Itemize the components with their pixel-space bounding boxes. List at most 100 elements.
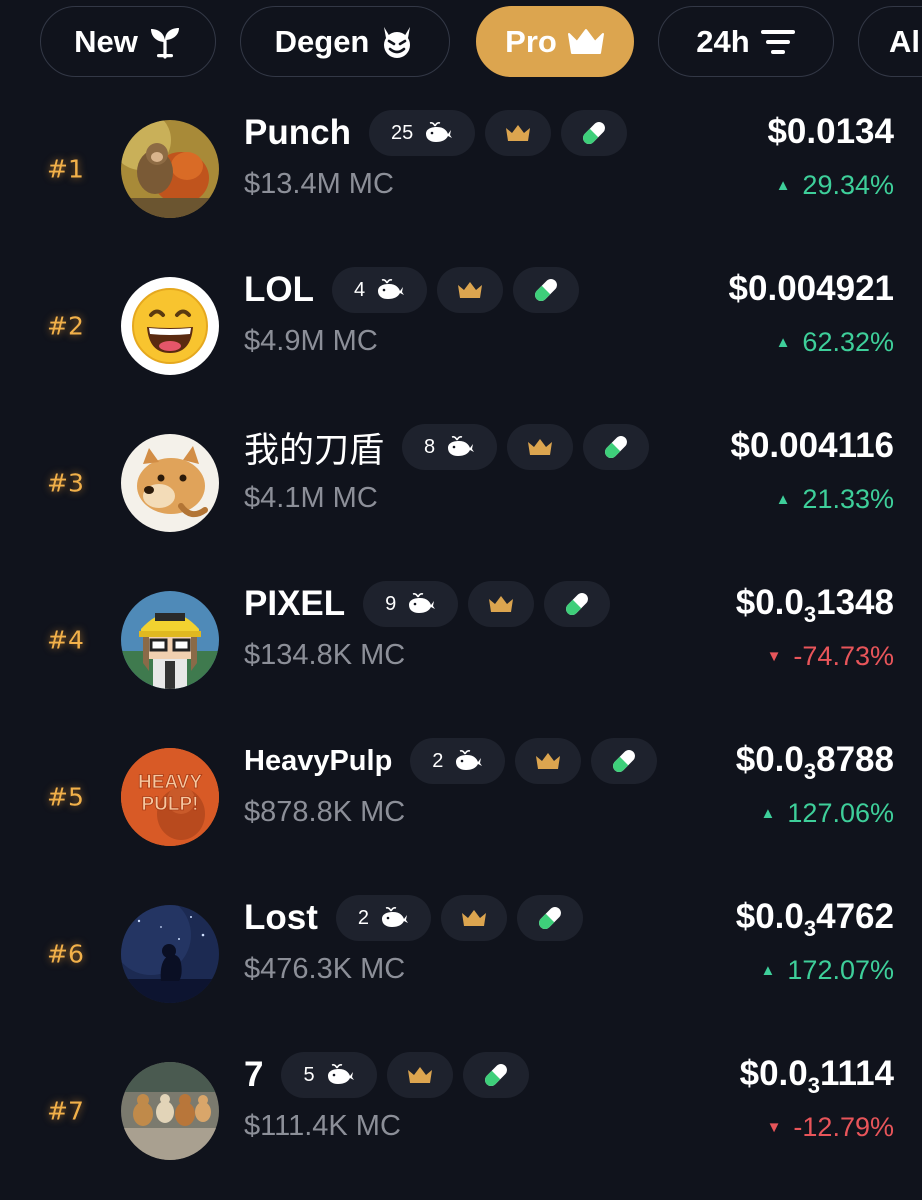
- pill-badge[interactable]: [561, 110, 628, 156]
- price: $0.0134: [767, 112, 894, 152]
- rank-label: #2: [47, 311, 84, 340]
- market-cap: $13.4M MC: [244, 168, 394, 200]
- whale-count: 25: [390, 121, 414, 144]
- price: $0.031348: [735, 583, 894, 626]
- arrow-down-icon: ▼: [766, 1119, 782, 1136]
- token-row[interactable]: #3 我的刀盾 8 $4.1M MC $0.004116 ▲ 21.33%: [0, 404, 922, 561]
- tab-label: New: [74, 23, 138, 59]
- whale-count: 2: [432, 749, 444, 772]
- crown-icon: [462, 910, 487, 926]
- price-change: ▼ -12.79%: [767, 1112, 894, 1143]
- name-line: LOL 4: [244, 265, 580, 315]
- dogs-photo-image: [121, 1061, 219, 1160]
- price-zero-count: 3: [803, 916, 817, 941]
- change-value: 172.07%: [787, 955, 894, 985]
- price-change: ▲ 127.06%: [761, 798, 894, 829]
- price-main: $0.0: [735, 583, 804, 622]
- token-row[interactable]: #5 HEAVY PULP! HeavyPulp 2 $878.8K MC $0…: [0, 718, 922, 875]
- crown-badge[interactable]: [468, 581, 535, 627]
- tab-degen[interactable]: Degen: [240, 6, 450, 77]
- pill-icon: [539, 907, 561, 929]
- pill-badge[interactable]: [583, 424, 650, 470]
- change-value: 127.06%: [787, 798, 894, 828]
- market-cap: $4.9M MC: [244, 325, 378, 357]
- pill-icon: [535, 279, 558, 301]
- svg-text:HEAVY: HEAVY: [138, 772, 202, 793]
- price-tail: 4762: [816, 897, 894, 936]
- tab-pro[interactable]: Pro: [476, 6, 634, 77]
- token-row[interactable]: #6 Lost 2 $476.3K MC $0.034762 ▲ 172.07%: [0, 875, 922, 1032]
- token-row[interactable]: #4 PIXEL 9 $134.8K MC $0.031348 ▼ -74.73…: [0, 561, 922, 718]
- pixel-character-image: [121, 590, 219, 689]
- token-row[interactable]: #1 Punch 25 $13.4M MC $0.0134 ▲ 29.34%: [0, 90, 922, 247]
- pill-badge[interactable]: [513, 267, 580, 313]
- tab-all[interactable]: Al: [858, 6, 922, 77]
- crown-badge[interactable]: [441, 895, 508, 941]
- whale-count: 8: [424, 435, 436, 458]
- token-avatar: [121, 433, 219, 532]
- pill-icon: [605, 436, 628, 458]
- price: $0.038788: [735, 740, 894, 783]
- pill-badge[interactable]: [591, 738, 658, 784]
- market-cap: $878.8K MC: [244, 796, 406, 828]
- whale-badge[interactable]: 9: [363, 581, 459, 627]
- crown-badge[interactable]: [485, 110, 552, 156]
- name-line: PIXEL 9: [244, 579, 611, 629]
- whale-icon: [409, 593, 436, 613]
- token-name: 我的刀盾: [244, 430, 385, 471]
- laughing-emoji-image: [121, 276, 219, 375]
- token-row[interactable]: #2 LOL 4 $4.9M MC $0.004921 ▲ 62.32%: [0, 247, 922, 404]
- heavy-pulp-poster-image: HEAVY PULP!: [121, 747, 219, 846]
- price-zero-count: 3: [807, 1073, 820, 1098]
- tab-timeframe[interactable]: 24h: [658, 6, 834, 77]
- name-line: Lost 2: [244, 893, 584, 943]
- whale-badge[interactable]: 2: [410, 738, 506, 784]
- crown-badge[interactable]: [515, 738, 582, 784]
- token-avatar: [121, 119, 219, 218]
- tab-label: Pro: [505, 23, 557, 59]
- change-value: 29.34%: [802, 170, 894, 200]
- doge-image: [121, 433, 219, 532]
- change-value: -12.79%: [793, 1112, 894, 1142]
- token-avatar: HEAVY PULP!: [121, 747, 219, 846]
- market-cap: $476.3K MC: [244, 953, 406, 985]
- whale-badge[interactable]: 4: [331, 267, 428, 313]
- pill-badge[interactable]: [462, 1052, 529, 1098]
- market-cap: $134.8K MC: [244, 639, 406, 671]
- crown-badge[interactable]: [507, 424, 574, 470]
- arrow-up-icon: ▲: [775, 177, 791, 194]
- price-change: ▲ 172.07%: [761, 955, 894, 986]
- crown-icon: [407, 1067, 432, 1083]
- price-main: $0.0: [735, 740, 804, 779]
- sprout-icon: [148, 25, 182, 59]
- token-avatar: [121, 276, 219, 375]
- price-zero-count: 3: [803, 759, 817, 784]
- name-line: 我的刀盾 8: [244, 422, 650, 472]
- pill-badge[interactable]: [544, 581, 611, 627]
- whale-count: 9: [385, 592, 397, 615]
- crown-badge[interactable]: [386, 1052, 453, 1098]
- whale-icon: [382, 907, 409, 927]
- token-avatar: [121, 904, 219, 1003]
- whale-icon: [426, 122, 453, 142]
- arrow-up-icon: ▲: [775, 491, 791, 508]
- crown-badge[interactable]: [437, 267, 504, 313]
- token-row[interactable]: #7 7 5 $111.4K MC $0.031114 ▼ -12.79%: [0, 1032, 922, 1189]
- token-name: HeavyPulp: [244, 744, 393, 777]
- whale-badge[interactable]: 2: [335, 895, 432, 941]
- whale-badge[interactable]: 25: [368, 110, 476, 156]
- pill-badge[interactable]: [517, 895, 584, 941]
- whale-badge[interactable]: 8: [402, 424, 498, 470]
- price: $0.031114: [740, 1054, 894, 1097]
- whale-count: 5: [303, 1063, 315, 1086]
- token-name: Punch: [244, 113, 351, 152]
- tab-new[interactable]: New: [40, 6, 216, 77]
- token-name: LOL: [244, 270, 314, 309]
- price-tail: 1348: [816, 583, 894, 622]
- price: $0.004921: [729, 269, 894, 309]
- crown-icon: [506, 125, 531, 141]
- crown-icon: [536, 753, 561, 769]
- rank-label: #5: [47, 782, 84, 811]
- token-name: 7: [244, 1055, 264, 1094]
- whale-badge[interactable]: 5: [281, 1052, 377, 1098]
